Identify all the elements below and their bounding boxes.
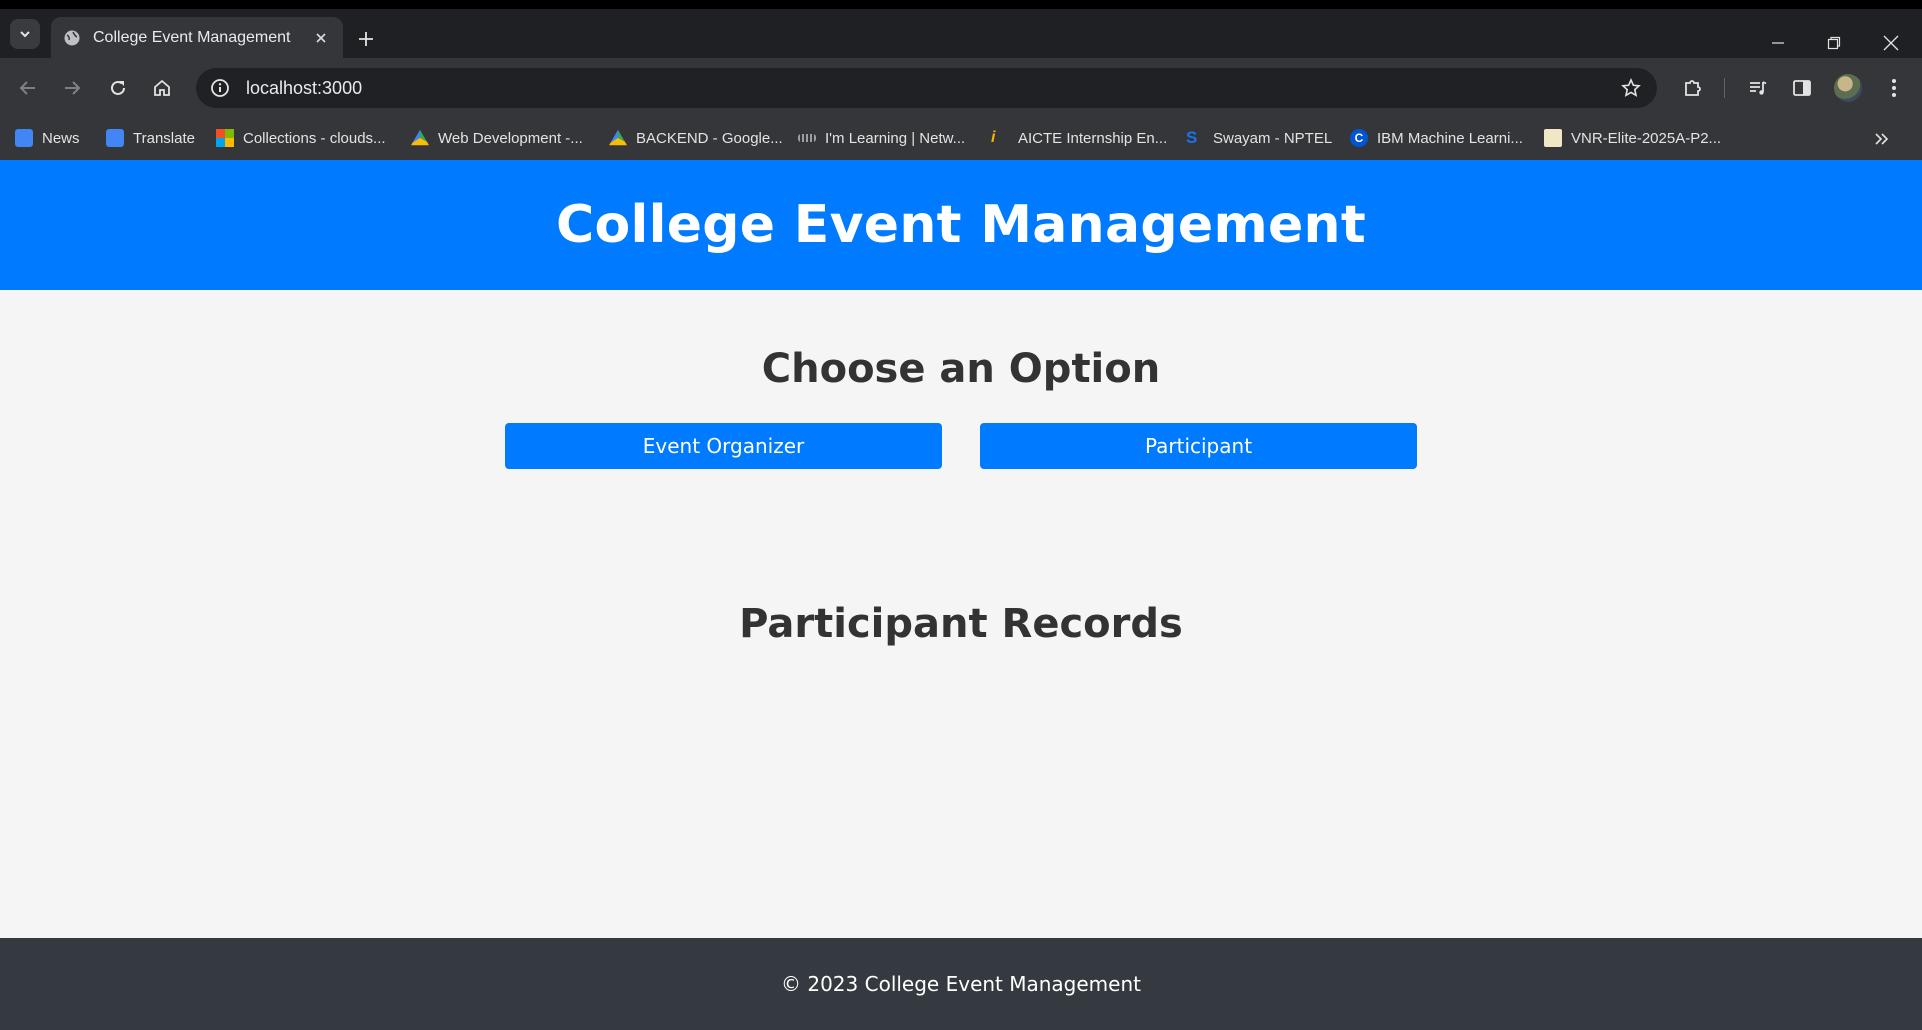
bookmark-item[interactable]: Translate: [106, 124, 195, 152]
swayam-icon: S: [1186, 128, 1198, 147]
minimize-icon: [1772, 42, 1784, 44]
bookmark-item[interactable]: C IBM Machine Learni...: [1350, 124, 1523, 152]
more-bookmarks-button[interactable]: [1870, 128, 1892, 150]
bookmark-label: News: [42, 129, 80, 147]
google-drive-icon: [609, 129, 627, 146]
back-button[interactable]: [12, 72, 44, 104]
restore-button[interactable]: [1811, 23, 1857, 63]
reload-button[interactable]: [102, 72, 134, 104]
site-info-icon[interactable]: [208, 76, 232, 100]
chevron-down-icon: [20, 31, 30, 38]
bookmark-item[interactable]: News: [15, 124, 80, 152]
google-drive-icon: [411, 129, 429, 146]
google-news-icon: [15, 129, 33, 147]
profile-avatar[interactable]: [1834, 74, 1862, 102]
bookmark-item[interactable]: i AICTE Internship En...: [991, 124, 1167, 152]
cisco-icon: [798, 134, 816, 142]
microsoft-icon: [216, 129, 234, 147]
bookmark-label: Web Development -...: [438, 129, 583, 147]
options-heading: Choose an Option: [761, 346, 1161, 392]
media-queue-icon: [1750, 81, 1767, 95]
close-window-button[interactable]: [1868, 23, 1914, 63]
bookmark-item[interactable]: S Swayam - NPTEL: [1186, 124, 1332, 152]
bookmark-item[interactable]: Web Development -...: [411, 124, 583, 152]
close-tab-icon[interactable]: [311, 28, 331, 48]
address-bar[interactable]: localhost:3000: [196, 68, 1657, 108]
home-button[interactable]: [146, 72, 178, 104]
toolbar-divider: [1724, 78, 1725, 98]
participant-records-heading: Participant Records: [739, 601, 1183, 647]
bookmark-item[interactable]: Collections - clouds...: [216, 124, 386, 152]
extensions-button[interactable]: [1677, 72, 1709, 104]
event-organizer-button[interactable]: Event Organizer: [505, 423, 942, 469]
coursera-icon: C: [1350, 129, 1368, 147]
browser-toolbar: localhost:3000: [0, 58, 1922, 118]
side-panel-button[interactable]: [1786, 72, 1818, 104]
bookmark-item[interactable]: VNR-Elite-2025A-P2...: [1544, 124, 1721, 152]
bookmark-label: VNR-Elite-2025A-P2...: [1571, 129, 1722, 147]
bookmark-label: IBM Machine Learni...: [1377, 129, 1523, 147]
restore-icon: [1827, 36, 1841, 50]
bookmark-label: BACKEND - Google...: [636, 129, 783, 147]
footer-copyright: © 2023 College Event Management: [781, 972, 1141, 996]
bookmark-star-icon[interactable]: [1619, 76, 1643, 100]
plus-icon: [359, 32, 373, 46]
url-text[interactable]: localhost:3000: [246, 78, 362, 99]
site-footer: © 2023 College Event Management: [0, 938, 1922, 1030]
bookmark-item[interactable]: I'm Learning | Netw...: [798, 124, 965, 152]
bookmark-label: I'm Learning | Netw...: [825, 129, 966, 147]
more-vertical-icon: [1892, 79, 1896, 97]
reload-icon: [111, 80, 125, 95]
minimize-button[interactable]: [1755, 23, 1801, 63]
browser-menu-button[interactable]: [1878, 72, 1910, 104]
bookmark-label: Collections - clouds...: [243, 129, 386, 147]
arrow-right-icon: [65, 81, 81, 95]
bookmark-item[interactable]: BACKEND - Google...: [609, 124, 783, 152]
media-controls-button[interactable]: [1742, 72, 1774, 104]
page-viewport: College Event Management Choose an Optio…: [0, 160, 1922, 1030]
site-title: College Event Management: [555, 195, 1367, 255]
arrow-left-icon: [19, 81, 35, 95]
browser-tabstrip: College Event Management: [0, 0, 1922, 58]
globe-icon: [64, 30, 80, 45]
aicte-icon: i: [991, 129, 996, 146]
bookmarks-bar: News Translate Collections - clouds... W…: [0, 118, 1922, 160]
tab-search-button[interactable]: [10, 19, 40, 49]
bookmark-label: Swayam - NPTEL: [1213, 129, 1333, 147]
tab-title: College Event Management: [93, 28, 291, 46]
side-panel-icon: [1793, 80, 1811, 96]
participant-button[interactable]: Participant: [980, 423, 1417, 469]
forward-button[interactable]: [56, 72, 88, 104]
double-chevron-right-icon: [1875, 133, 1889, 145]
bookmark-label: Translate: [133, 129, 195, 147]
vnr-icon: [1544, 129, 1562, 147]
puzzle-icon: [1685, 80, 1701, 96]
home-icon: [154, 79, 170, 96]
site-header: College Event Management: [0, 160, 1922, 290]
close-icon: [1883, 35, 1899, 51]
bookmark-label: AICTE Internship En...: [1018, 129, 1168, 147]
new-tab-button[interactable]: [354, 27, 378, 51]
active-tab[interactable]: College Event Management: [51, 17, 343, 58]
google-translate-icon: [106, 129, 124, 147]
